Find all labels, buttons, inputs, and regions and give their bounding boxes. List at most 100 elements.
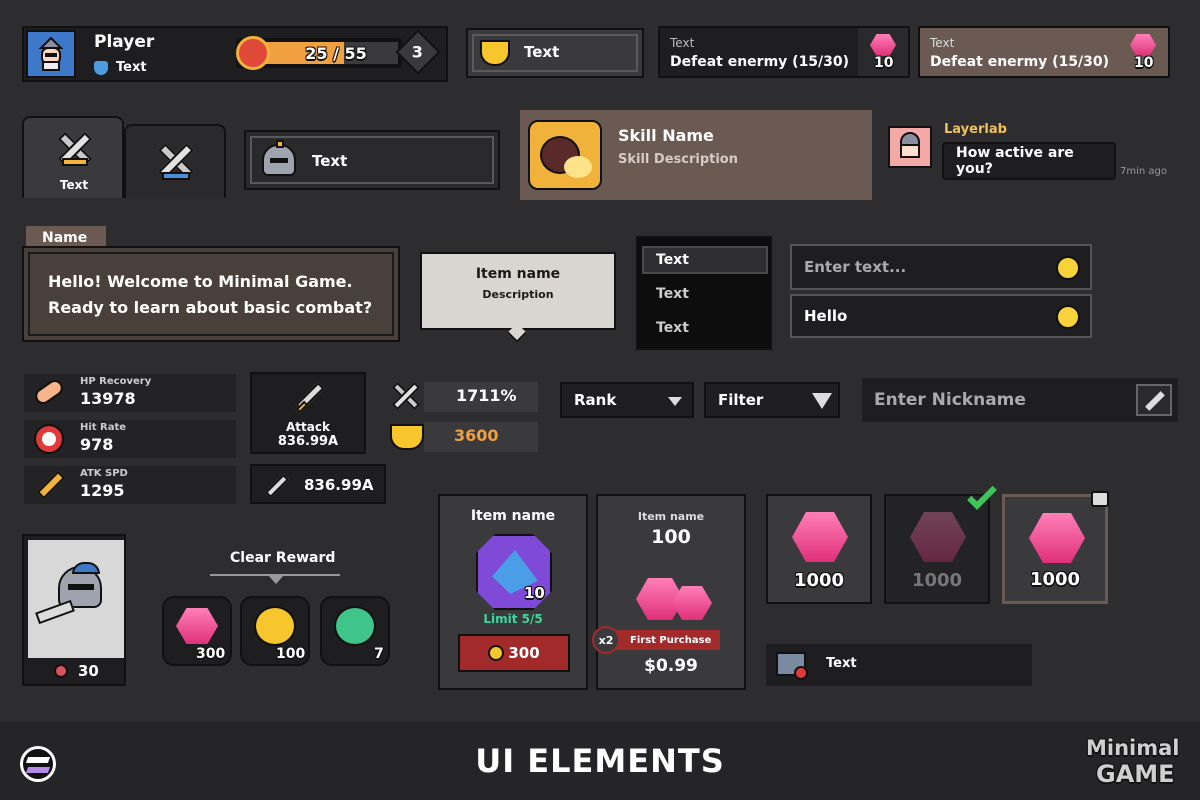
first-purchase-banner: First Purchase <box>604 630 720 650</box>
xp-text: 25 / 55 <box>305 43 367 63</box>
chat-bubble: How active are you? <box>942 142 1116 180</box>
trophy-button[interactable]: Text <box>466 28 644 78</box>
gem-icon <box>792 512 848 562</box>
gem-icon <box>1029 513 1085 563</box>
quest-card-highlighted[interactable]: Text Defeat enermy (15/30) 10 <box>918 26 1170 78</box>
helmet-button[interactable]: Text <box>244 130 500 190</box>
meat-icon <box>54 664 68 678</box>
option-list: Text Text Text <box>636 236 772 350</box>
gem-icon <box>910 512 966 562</box>
level-text: 3 <box>412 42 424 62</box>
helmet-button-label: Text <box>312 152 348 170</box>
sword-icon <box>264 473 290 499</box>
tooltip-title: Item name <box>475 266 561 282</box>
emoji-icon[interactable] <box>1056 305 1080 329</box>
rank-dropdown[interactable]: Rank <box>560 382 694 418</box>
dialog-box[interactable]: Hello! Welcome to Minimal Game. Ready to… <box>22 246 400 342</box>
shop-card-amount: 100 <box>651 526 691 548</box>
chat-time: 7min ago <box>1120 166 1167 177</box>
rank-dropdown-label: Rank <box>574 391 617 409</box>
footer-title: UI ELEMENTS <box>475 742 725 780</box>
gem-slot-locked[interactable]: 1000 <box>1002 491 1109 604</box>
video-row-label: Text <box>826 656 857 671</box>
quest-reward: 10 <box>1134 55 1154 71</box>
skill-card[interactable]: Skill Name Skill Description <box>520 110 872 200</box>
skill-name: Skill Name <box>618 126 714 145</box>
caret-down-icon <box>668 397 682 406</box>
quest-title: Text <box>930 36 955 50</box>
medal-icon <box>236 36 270 70</box>
price-button[interactable]: 300 <box>458 634 570 672</box>
helmet-icon <box>262 140 296 176</box>
orb-icon <box>334 606 376 646</box>
first-purchase-label: First Purchase <box>630 634 712 646</box>
power-value: 1711% <box>456 386 517 405</box>
trophy-value: 3600 <box>454 426 499 445</box>
trophy-button-label: Text <box>524 43 560 61</box>
shield-icon <box>94 60 108 75</box>
attack-value: 836.99A <box>277 434 339 449</box>
quest-desc: Defeat enermy (15/30) <box>670 54 850 70</box>
video-row[interactable]: Text <box>766 644 1032 686</box>
shop-card[interactable]: Item name 10 Limit 5/5 300 <box>438 494 588 690</box>
reward-slot[interactable]: 300 <box>162 596 232 666</box>
shop-limit: Limit 5/5 <box>483 612 543 626</box>
character-portrait <box>28 540 124 658</box>
tooltip-desc: Description <box>482 288 554 301</box>
tab-inactive[interactable] <box>124 124 226 198</box>
gem-slot-value: 1000 <box>793 570 845 591</box>
list-item[interactable]: Text <box>642 316 768 340</box>
character-count: 30 <box>78 662 99 680</box>
shop-card-title: Item name <box>470 508 556 524</box>
shop-price: $0.99 <box>644 656 698 676</box>
crossed-swords-icon <box>52 126 96 170</box>
dialog-name: Name <box>42 230 88 246</box>
reward-slot[interactable]: 7 <box>320 596 390 666</box>
shop-card-title: Item name <box>637 510 705 523</box>
list-item-label: Text <box>656 320 689 336</box>
list-item[interactable]: Text <box>642 282 768 306</box>
quest-reward: 10 <box>874 55 894 71</box>
avatar[interactable] <box>26 30 76 78</box>
text-input-placeholder: Enter text... <box>804 258 907 276</box>
multiplier-label: x2 <box>598 633 614 647</box>
quest-card[interactable]: Text Defeat enermy (15/30) 10 <box>658 26 910 78</box>
reward-slot[interactable]: 100 <box>240 596 310 666</box>
text-input-empty[interactable]: Enter text... <box>790 244 1092 290</box>
fireball-icon <box>528 120 602 190</box>
clear-reward-title: Clear Reward <box>230 550 336 566</box>
player-sub: Text <box>116 60 147 75</box>
text-input-filled[interactable]: Hello <box>790 294 1092 338</box>
list-item-label: Text <box>656 252 689 268</box>
price-label: 300 <box>508 644 540 662</box>
emoji-icon[interactable] <box>1056 256 1080 280</box>
stat-label: ATK SPD <box>80 468 128 479</box>
nickname-placeholder: Enter Nickname <box>874 390 1026 410</box>
gem-slot-value: 1000 <box>911 570 963 591</box>
gem-slot-claimed[interactable]: 1000 <box>884 480 997 604</box>
quest-desc: Defeat enermy (15/30) <box>930 54 1110 70</box>
player-name: Player <box>94 32 155 52</box>
chat-avatar[interactable] <box>888 126 932 168</box>
tab-active[interactable]: Text <box>22 116 124 198</box>
filter-dropdown[interactable]: Filter <box>704 382 840 418</box>
coin-icon <box>254 606 296 646</box>
xp-bar: 25 / 55 <box>236 36 402 70</box>
list-item-selected[interactable]: Text <box>642 246 768 274</box>
stat-row: ATK SPD 1295 <box>24 466 236 504</box>
gem-slot[interactable]: 1000 <box>766 494 872 604</box>
coin-icon <box>488 645 505 661</box>
edit-pencil-icon[interactable] <box>1136 384 1172 416</box>
target-icon <box>34 424 64 454</box>
chat-message: How active are you? <box>956 145 1074 177</box>
filter-dropdown-label: Filter <box>718 391 764 409</box>
shop-card[interactable]: Item name 100 First Purchase x2 $0.99 <box>592 494 746 690</box>
level-badge: 3 <box>395 29 441 75</box>
item-tooltip: Item name Description <box>420 252 616 330</box>
attack-card[interactable]: Attack 836.99A <box>250 372 366 454</box>
nickname-input[interactable]: Enter Nickname <box>862 378 1178 422</box>
knight-avatar-icon <box>38 36 64 71</box>
character-card[interactable]: 30 <box>22 534 126 686</box>
gem-slot-value: 1000 <box>1029 569 1081 590</box>
footer: UI ELEMENTS Minimal GAME <box>0 722 1200 800</box>
